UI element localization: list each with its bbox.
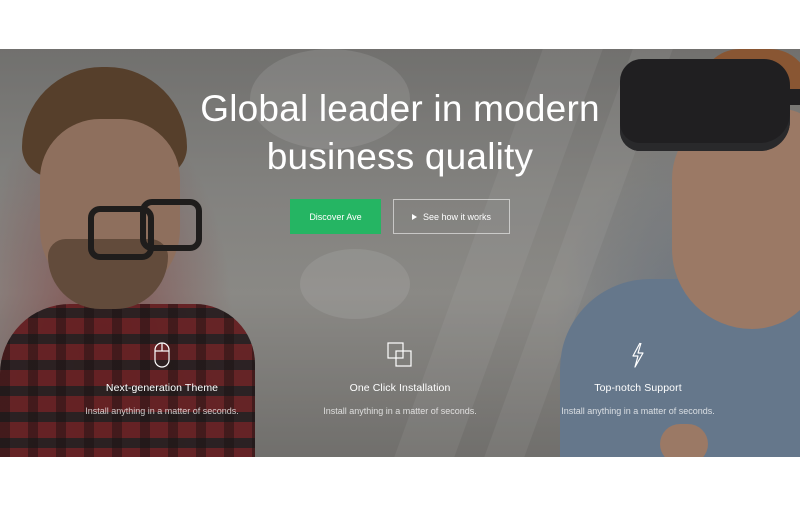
lightning-icon bbox=[528, 339, 748, 371]
see-how-it-works-button[interactable]: See how it works bbox=[393, 199, 510, 234]
windows-icon bbox=[290, 339, 510, 371]
discover-button-label: Discover Ave bbox=[309, 211, 362, 222]
hero-headline: Global leader in modern business quality bbox=[150, 85, 650, 181]
see-how-it-works-label: See how it works bbox=[422, 211, 492, 222]
mouse-icon bbox=[52, 339, 272, 371]
headline-line-2: business quality bbox=[266, 136, 534, 177]
feature-next-generation-theme: Next-generation Theme Install anything i… bbox=[52, 339, 272, 416]
feature-one-click-installation: One Click Installation Install anything … bbox=[290, 339, 510, 416]
feature-description: Install anything in a matter of seconds. bbox=[561, 406, 715, 416]
hero-section: Global leader in modern business quality… bbox=[0, 49, 800, 457]
feature-description: Install anything in a matter of seconds. bbox=[85, 406, 239, 416]
headline-line-1: Global leader in modern bbox=[200, 88, 600, 129]
feature-title: Next-generation Theme bbox=[105, 382, 219, 394]
discover-button[interactable]: Discover Ave bbox=[290, 199, 381, 234]
feature-title: One Click Installation bbox=[349, 382, 451, 394]
feature-title: Top-notch Support bbox=[594, 382, 682, 394]
play-icon bbox=[411, 213, 417, 220]
feature-description: Install anything in a matter of seconds. bbox=[323, 406, 477, 416]
feature-top-notch-support: Top-notch Support Install anything in a … bbox=[528, 339, 748, 416]
